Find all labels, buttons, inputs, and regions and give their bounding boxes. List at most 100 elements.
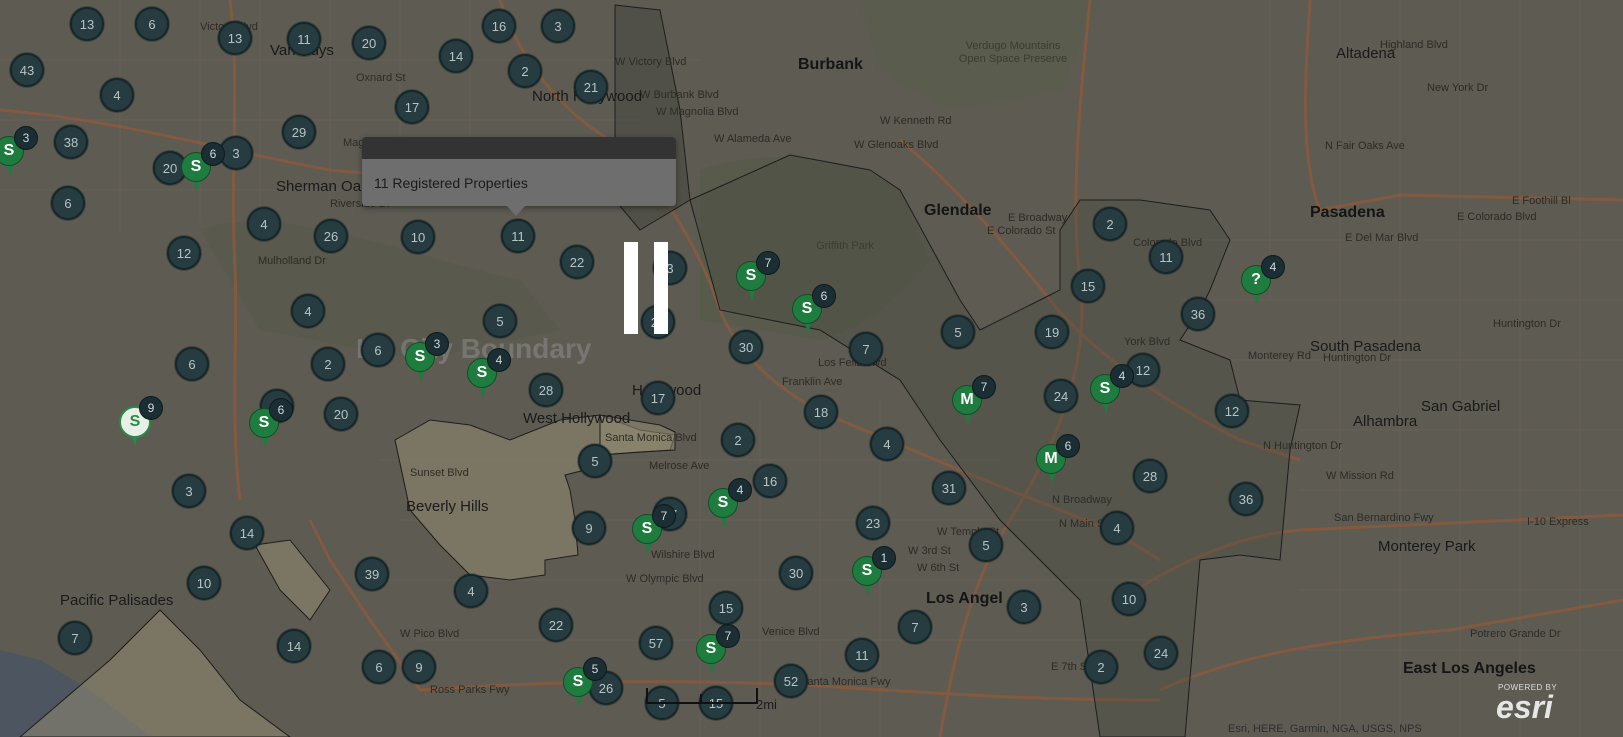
cluster-marker[interactable]: 20 — [352, 26, 386, 60]
map-label: N Huntington Dr — [1263, 440, 1342, 452]
cluster-marker[interactable]: 57 — [639, 626, 673, 660]
cluster-marker[interactable]: 11 — [501, 219, 535, 253]
cluster-marker[interactable]: 19 — [1035, 315, 1069, 349]
cluster-marker[interactable]: 24 — [1144, 636, 1178, 670]
map-pin-marker[interactable]: S4 — [706, 478, 752, 532]
cluster-marker[interactable]: 3 — [541, 9, 575, 43]
map-pin-marker[interactable]: S5 — [561, 657, 607, 711]
cluster-marker[interactable]: 15 — [709, 591, 743, 625]
cluster-marker[interactable]: 28 — [529, 373, 563, 407]
cluster-marker[interactable]: 5 — [578, 444, 612, 478]
cluster-marker[interactable]: 39 — [355, 557, 389, 591]
cluster-marker[interactable]: 14 — [230, 516, 264, 550]
cluster-marker[interactable]: 9 — [402, 650, 436, 684]
cluster-marker[interactable]: 14 — [439, 39, 473, 73]
cluster-marker[interactable]: 26 — [314, 219, 348, 253]
cluster-marker[interactable]: 3 — [1007, 590, 1041, 624]
cluster-marker[interactable]: 4 — [870, 427, 904, 461]
cluster-marker[interactable]: 15 — [1071, 269, 1105, 303]
cluster-marker[interactable]: 38 — [54, 125, 88, 159]
cluster-marker[interactable]: 16 — [753, 464, 787, 498]
cluster-marker[interactable]: 2 — [1084, 650, 1118, 684]
cluster-marker[interactable]: 5 — [969, 528, 1003, 562]
cluster-marker[interactable]: 10 — [187, 566, 221, 600]
cluster-marker[interactable]: 36 — [1229, 482, 1263, 516]
cluster-marker[interactable]: 6 — [135, 7, 169, 41]
map-view[interactable]: LA City Boundary Burbank Glendale Pasadena… — [0, 0, 1623, 737]
pause-bar-right — [654, 242, 668, 334]
cluster-marker[interactable]: 24 — [1044, 379, 1078, 413]
cluster-marker[interactable]: 4 — [247, 207, 281, 241]
map-pin-marker[interactable]: S3 — [403, 332, 449, 386]
map-pin-marker[interactable]: S9 — [117, 396, 163, 450]
cluster-marker[interactable]: 4 — [454, 574, 488, 608]
esri-logo[interactable]: POWERED BY esri — [1496, 683, 1566, 735]
map-pin-marker[interactable]: S6 — [247, 398, 293, 452]
cluster-marker[interactable]: 4 — [291, 294, 325, 328]
cluster-marker[interactable]: 7 — [849, 332, 883, 366]
cluster-marker[interactable]: 17 — [641, 381, 675, 415]
pause-icon[interactable] — [624, 242, 668, 334]
pin-count-badge: 4 — [487, 348, 511, 372]
map-pin-marker[interactable]: ? 4 — [1239, 255, 1285, 309]
map-pin-marker[interactable]: S7 — [734, 251, 780, 305]
map-pin-marker[interactable]: S6 — [790, 284, 836, 338]
cluster-marker[interactable]: 22 — [560, 245, 594, 279]
pin-count-badge: 3 — [425, 332, 449, 356]
map-pin-marker[interactable]: S4 — [465, 348, 511, 402]
cluster-marker[interactable]: 12 — [167, 236, 201, 270]
cluster-marker[interactable]: 9 — [572, 511, 606, 545]
cluster-marker[interactable]: 21 — [574, 70, 608, 104]
cluster-marker[interactable]: 6 — [361, 333, 395, 367]
cluster-marker[interactable]: 7 — [58, 621, 92, 655]
cluster-marker[interactable]: 23 — [856, 506, 890, 540]
cluster-marker[interactable]: 18 — [804, 395, 838, 429]
cluster-marker[interactable]: 7 — [898, 610, 932, 644]
cluster-marker[interactable]: 3 — [172, 474, 206, 508]
cluster-marker[interactable]: 4 — [1100, 511, 1134, 545]
cluster-marker[interactable]: 16 — [482, 9, 516, 43]
cluster-marker[interactable]: 20 — [324, 397, 358, 431]
cluster-marker[interactable]: 43 — [10, 53, 44, 87]
cluster-marker[interactable]: 30 — [729, 330, 763, 364]
cluster-marker[interactable]: 2 — [311, 347, 345, 381]
map-pin-marker[interactable]: S4 — [1088, 364, 1134, 418]
cluster-marker[interactable]: 29 — [282, 115, 316, 149]
cluster-marker[interactable]: 6 — [175, 347, 209, 381]
cluster-marker[interactable]: 52 — [774, 664, 808, 698]
cluster-marker[interactable]: 11 — [1149, 240, 1183, 274]
cluster-marker[interactable]: 30 — [779, 556, 813, 590]
info-popup[interactable]: 11 Registered Properties — [362, 137, 676, 216]
cluster-marker[interactable]: 28 — [1133, 459, 1167, 493]
cluster-marker[interactable]: 22 — [539, 608, 573, 642]
map-pin-marker[interactable]: S3 — [0, 126, 38, 180]
map-pin-marker[interactable]: S7 — [694, 624, 740, 678]
cluster-marker[interactable]: 14 — [277, 629, 311, 663]
map-pin-marker[interactable]: M7 — [950, 375, 996, 429]
map-pin-marker[interactable]: S6 — [179, 142, 225, 196]
cluster-marker[interactable]: 2 — [508, 54, 542, 88]
cluster-marker[interactable]: 4 — [100, 78, 134, 112]
cluster-marker[interactable]: 10 — [1112, 582, 1146, 616]
cluster-marker[interactable]: 31 — [932, 471, 966, 505]
cluster-marker[interactable]: 36 — [1181, 297, 1215, 331]
cluster-marker[interactable]: 11 — [845, 638, 879, 672]
attribution: Esri, HERE, Garmin, NGA, USGS, NPS — [1228, 723, 1422, 735]
cluster-marker[interactable]: 17 — [395, 90, 429, 124]
cluster-marker[interactable]: 2 — [1093, 207, 1127, 241]
cluster-marker[interactable]: 6 — [362, 650, 396, 684]
map-pin-marker[interactable]: S7 — [630, 504, 676, 558]
cluster-marker[interactable]: 10 — [401, 220, 435, 254]
map-label: Pasadena — [1310, 204, 1385, 221]
cluster-marker[interactable]: 13 — [218, 21, 252, 55]
cluster-marker[interactable]: 12 — [1215, 394, 1249, 428]
cluster-marker[interactable]: 5 — [941, 315, 975, 349]
map-pin-marker[interactable]: M6 — [1034, 434, 1080, 488]
map-pin-marker[interactable]: S1 — [850, 546, 896, 600]
cluster-marker[interactable]: 2 — [721, 423, 755, 457]
cluster-marker[interactable]: 11 — [287, 22, 321, 56]
cluster-marker[interactable]: 5 — [483, 304, 517, 338]
pin-count-badge: 5 — [583, 657, 607, 681]
cluster-marker[interactable]: 6 — [51, 186, 85, 220]
cluster-marker[interactable]: 13 — [70, 7, 104, 41]
